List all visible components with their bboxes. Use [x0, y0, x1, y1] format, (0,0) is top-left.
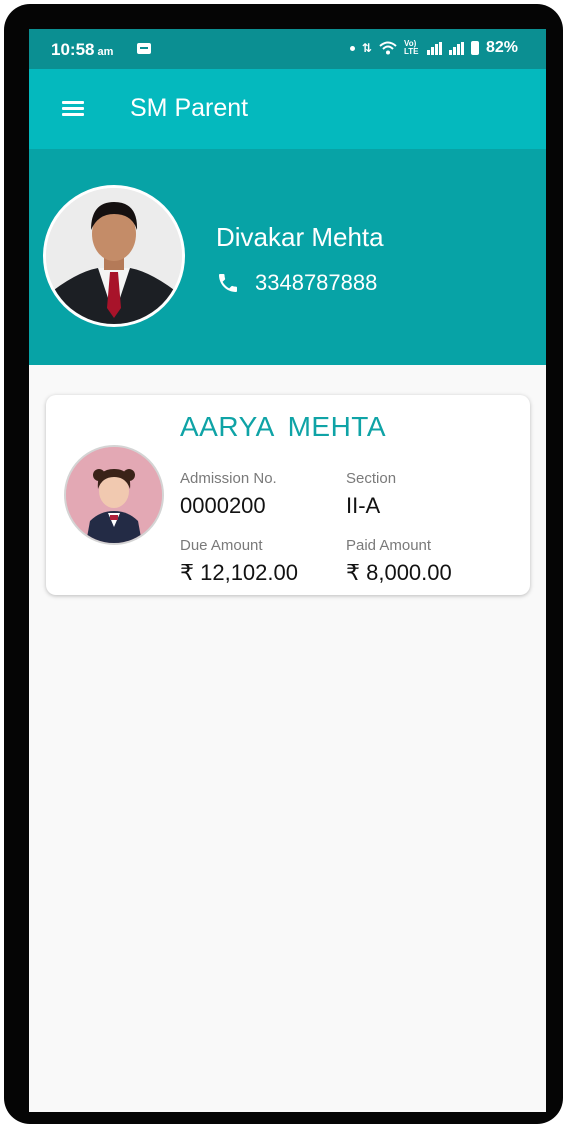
phone-icon — [219, 274, 237, 292]
menu-icon[interactable] — [62, 101, 84, 117]
parent-avatar[interactable] — [43, 185, 185, 327]
phone-frame: 10:58 am ⇅ Vo) LTE 82% SM Parent Divakar… — [4, 4, 563, 1124]
due-amount-label: Due Amount — [180, 537, 263, 554]
student-name: AARYA MEHTA — [180, 411, 386, 442]
status-time: 10:58 am — [51, 40, 113, 60]
student-avatar — [64, 445, 164, 545]
paid-amount-value: ₹ 8,000.00 — [346, 560, 452, 585]
student-card[interactable]: AARYA MEHTA Admission No. 0000200 Sectio… — [46, 395, 530, 595]
volte-label: Vo) LTE — [403, 39, 419, 56]
notification-dot-icon — [349, 45, 355, 51]
signal-2-icon — [448, 41, 464, 55]
parent-phone: 3348787888 — [255, 270, 378, 295]
status-time-value: 10:58 — [51, 40, 95, 59]
status-ampm: am — [97, 46, 114, 58]
due-amount-value: ₹ 12,102.00 — [180, 560, 298, 585]
battery-percent: 82% — [485, 39, 518, 56]
status-bar: 10:58 am ⇅ Vo) LTE 82% — [29, 29, 546, 69]
signal-icon — [426, 41, 442, 55]
notification-app-icon — [137, 43, 151, 54]
admission-value: 0000200 — [180, 493, 266, 518]
battery-icon — [470, 41, 479, 55]
app-screen: 10:58 am ⇅ Vo) LTE 82% SM Parent Divakar… — [29, 29, 546, 1112]
app-bar: SM Parent — [29, 69, 546, 149]
section-value: II-A — [346, 493, 381, 518]
section-label: Section — [346, 470, 397, 487]
app-title: SM Parent — [130, 94, 249, 122]
student-photo — [66, 447, 162, 543]
profile-header: Divakar Mehta 3348787888 — [29, 149, 546, 365]
paid-amount-label: Paid Amount — [346, 537, 432, 554]
parent-name: Divakar Mehta — [216, 222, 384, 252]
wifi-icon — [379, 41, 397, 55]
admission-label: Admission No. — [180, 470, 277, 487]
parent-phone-row[interactable]: 3348787888 — [216, 270, 377, 296]
status-icons: ⇅ Vo) LTE 82% — [349, 39, 518, 57]
data-arrows-icon: ⇅ — [361, 41, 372, 55]
parent-photo — [46, 188, 182, 324]
